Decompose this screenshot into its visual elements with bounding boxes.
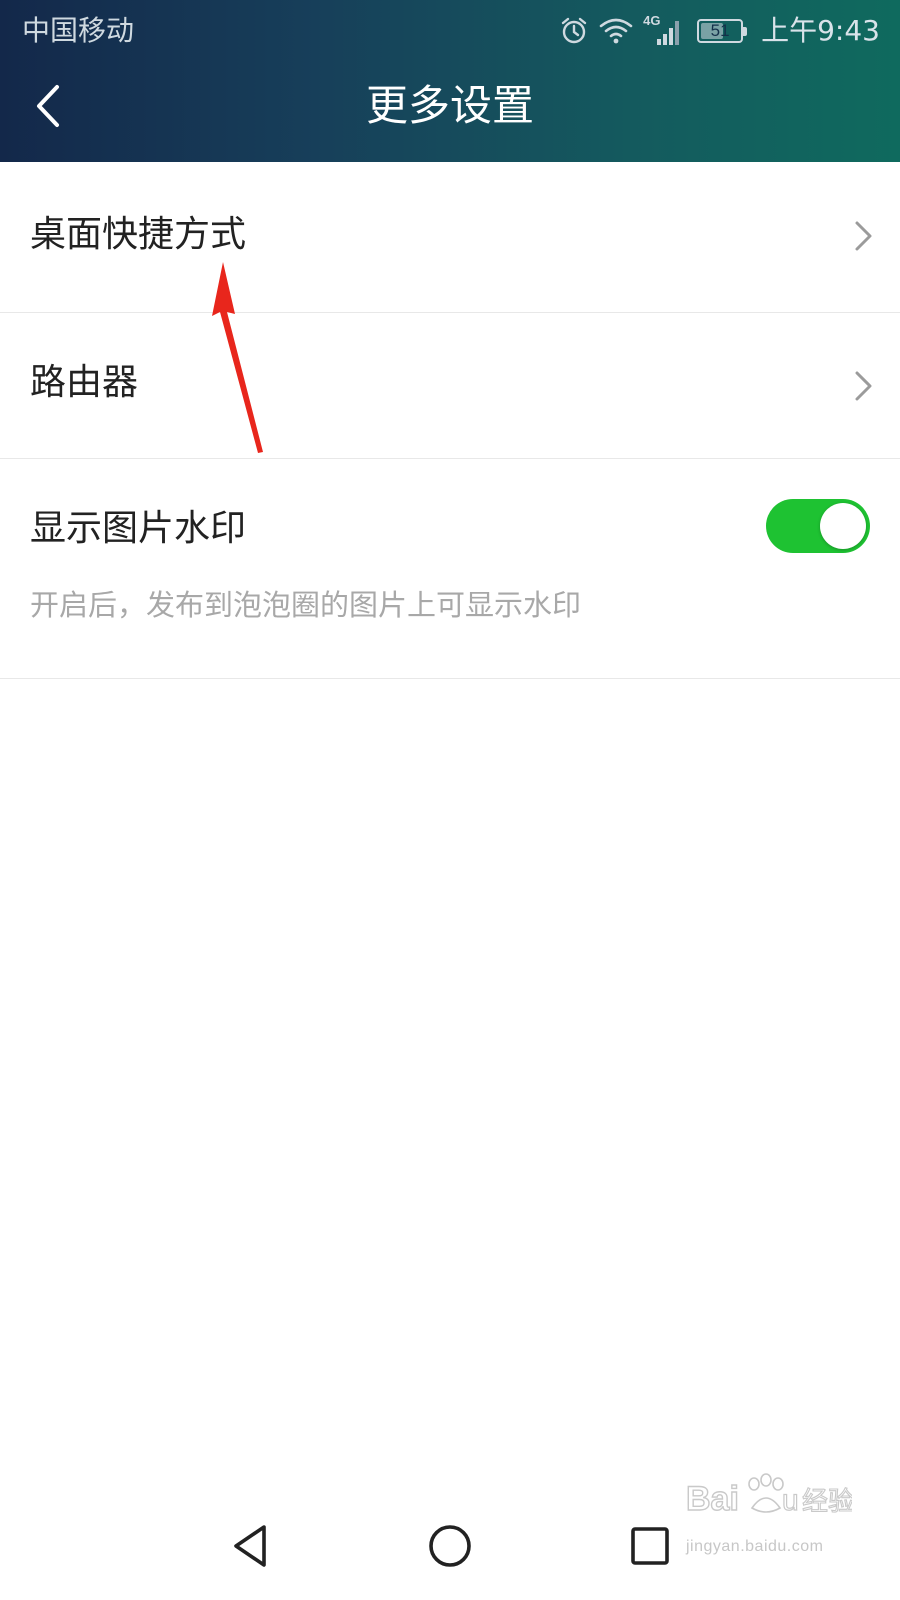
chevron-right-icon (855, 371, 872, 401)
page-title: 更多设置 (365, 81, 534, 130)
more-settings-screen: 中国移动 4G 51 上午9:43 更多设置 桌面快捷方式 路由器 显示图片水印… (0, 0, 900, 1600)
title-bar: 更多设置 (0, 62, 900, 162)
battery-icon: 51 (697, 19, 748, 43)
settings-item-description: 开启后，发布到泡泡圈的图片上可显示水印 (30, 588, 582, 622)
network-type-label: 4G (643, 13, 661, 28)
nav-back-button[interactable] (220, 1516, 280, 1576)
alarm-icon (559, 16, 589, 46)
settings-item-label: 显示图片水印 (30, 508, 247, 549)
home-circle-icon (429, 1525, 471, 1567)
settings-item-label: 路由器 (30, 362, 139, 403)
chevron-right-icon (855, 221, 872, 251)
settings-item-router[interactable]: 路由器 (0, 313, 900, 459)
settings-item-desktop-shortcut[interactable]: 桌面快捷方式 (0, 162, 900, 313)
header: 中国移动 4G 51 上午9:43 更多设置 (0, 0, 900, 162)
settings-item-show-watermark: 显示图片水印 开启后，发布到泡泡圈的图片上可显示水印 (0, 459, 900, 679)
back-triangle-icon (234, 1525, 266, 1567)
wifi-icon (599, 17, 633, 45)
nav-recents-button[interactable] (620, 1516, 680, 1576)
toggle-knob (820, 503, 866, 549)
status-icons: 4G 51 上午9:43 (559, 10, 880, 52)
navigation-bar (0, 1490, 900, 1600)
status-time: 上午9:43 (761, 14, 880, 47)
nav-home-button[interactable] (420, 1516, 480, 1576)
settings-item-label: 桌面快捷方式 (30, 214, 247, 255)
recents-square-icon (631, 1527, 669, 1565)
battery-level: 51 (710, 21, 730, 40)
cellular-signal-icon: 4G (643, 13, 683, 47)
watermark-toggle[interactable] (766, 499, 870, 553)
status-bar: 中国移动 4G 51 上午9:43 (0, 0, 900, 62)
settings-list: 桌面快捷方式 路由器 显示图片水印 开启后，发布到泡泡圈的图片上可显示水印 (0, 162, 900, 679)
carrier-name: 中国移动 (22, 14, 135, 47)
